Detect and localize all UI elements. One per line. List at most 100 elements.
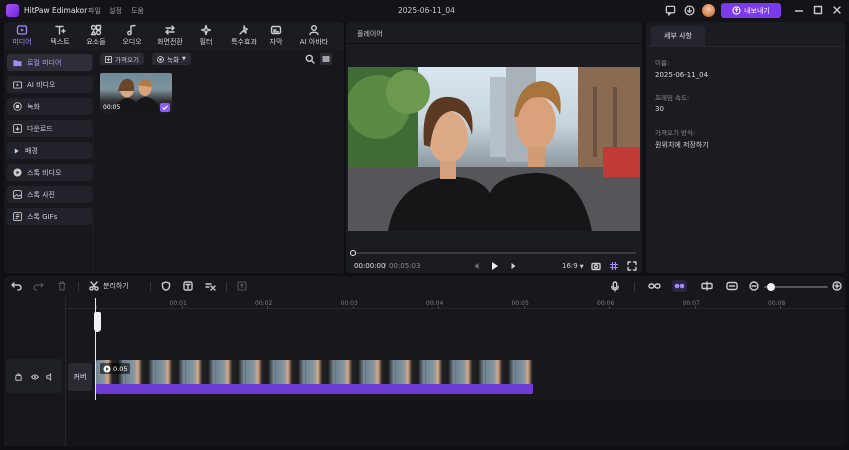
visibility-icon[interactable] — [31, 374, 39, 380]
clip-filmstrip — [96, 360, 533, 384]
tab-label: 필터 — [199, 38, 213, 46]
props-divider — [646, 46, 845, 47]
export-frame-icon[interactable] — [237, 281, 247, 291]
aspect-ratio-dropdown[interactable]: 16:9 ▼ — [562, 262, 584, 270]
progress-track[interactable] — [352, 252, 636, 254]
gif-icon — [13, 212, 22, 221]
tab-elements[interactable]: 요소들 — [76, 23, 116, 47]
progress-handle[interactable] — [350, 250, 356, 256]
fps-value: 30 — [655, 105, 664, 113]
playhead-handle[interactable] — [94, 312, 101, 332]
split-button[interactable]: 분리하기 — [89, 281, 129, 291]
name-label: 이름: — [655, 59, 670, 67]
sidebar-item-stock-video[interactable]: 스톡 비디오 — [7, 164, 92, 181]
export-icon — [732, 6, 741, 15]
title-bar: HitPaw Edimakor 파일 설정 도움 2025-06-11_04 내… — [0, 0, 849, 22]
media-clip-thumbnail[interactable]: 00:05 — [100, 73, 172, 114]
chevron-down-icon: ▼ — [181, 56, 186, 62]
play-icon[interactable] — [491, 261, 499, 271]
export-button[interactable]: 내보내기 — [721, 3, 781, 18]
tab-label: 오디오 — [122, 38, 142, 46]
tab-label: 미디어 — [12, 38, 32, 46]
delete-icon[interactable] — [57, 281, 67, 291]
record-dropdown[interactable]: 녹화 ▼ — [152, 53, 191, 65]
tab-media[interactable]: 미디어 — [2, 23, 42, 47]
prev-frame-icon[interactable] — [473, 262, 480, 270]
stock-photo-icon — [13, 190, 22, 199]
cover-button[interactable]: 커버 — [68, 363, 92, 391]
sidebar-item-ai-video[interactable]: AI 비디오 — [7, 76, 92, 93]
player-panel: 플레이어 00:00:00 / 00:05:03 16:9 ▼ — [346, 22, 642, 273]
tab-transitions[interactable]: 화면전환 — [150, 23, 190, 47]
fullscreen-icon[interactable] — [627, 261, 637, 271]
zoom-out-icon[interactable] — [749, 281, 759, 291]
toolbar-separator — [226, 282, 227, 292]
split-audio-icon[interactable] — [701, 281, 713, 291]
record-icon — [13, 102, 22, 111]
video-clip[interactable]: 0.05 — [96, 360, 533, 394]
magnet-snap-icon[interactable] — [672, 280, 687, 292]
next-frame-icon[interactable] — [510, 262, 517, 270]
download-circle-icon[interactable] — [684, 5, 695, 16]
export-label: 내보내기 — [744, 6, 770, 15]
redo-icon[interactable] — [33, 281, 44, 291]
record-icon — [157, 55, 164, 63]
lock-track-icon[interactable] — [15, 373, 22, 381]
list-view-icon[interactable] — [320, 53, 332, 65]
search-icon[interactable] — [305, 54, 315, 64]
microphone-icon[interactable] — [610, 281, 620, 292]
fit-timeline-icon[interactable] — [726, 281, 738, 291]
snapshot-icon[interactable] — [591, 261, 601, 271]
zoom-in-icon[interactable] — [832, 281, 842, 291]
current-time: 00:00:00 — [354, 262, 386, 270]
tab-subtitles[interactable]: 자막 — [256, 23, 296, 47]
sidebar-item-background[interactable]: 배경 — [7, 142, 92, 159]
aspect-value: 16:9 — [562, 262, 578, 270]
media-library: 가져오기 녹화 ▼ 00:05 — [94, 50, 344, 272]
feedback-icon[interactable] — [665, 5, 676, 16]
mute-icon[interactable] — [46, 373, 53, 381]
close-icon[interactable] — [832, 5, 842, 15]
import-button[interactable]: 가져오기 — [100, 53, 144, 65]
link-icon[interactable] — [648, 281, 661, 291]
ruler-tick-label: 00:03 — [340, 300, 358, 307]
tab-ai-avatar[interactable]: AI 아바타 — [294, 23, 334, 47]
sidebar-item-stock-photo[interactable]: 스톡 사진 — [7, 186, 92, 203]
zoom-slider-handle[interactable] — [767, 283, 775, 291]
scissors-icon — [89, 281, 99, 291]
menu-help[interactable]: 도움 — [131, 6, 144, 16]
track-row-bottom — [66, 400, 845, 446]
undo-icon[interactable] — [11, 281, 22, 291]
tab-audio[interactable]: 오디오 — [112, 23, 152, 47]
audio-note-icon — [127, 24, 136, 36]
ruler-tick-label: 00:02 — [255, 300, 273, 307]
sidebar-item-download[interactable]: 다운로드 — [7, 120, 92, 137]
ruler-tick-label: 00:05 — [511, 300, 529, 307]
tab-filters[interactable]: 필터 — [186, 23, 226, 47]
import-method-label: 가져오기 방식: — [655, 129, 696, 137]
user-avatar[interactable] — [702, 4, 715, 17]
crop-remove-icon[interactable] — [205, 281, 216, 291]
menu-settings[interactable]: 설정 — [109, 6, 122, 16]
text-icon — [55, 25, 66, 35]
ruler-tick-mark — [352, 306, 354, 309]
sidebar-item-record[interactable]: 녹화 — [7, 98, 92, 115]
shield-icon[interactable] — [161, 281, 171, 291]
clip-info: 0.05 — [100, 363, 131, 374]
media-folder-icon — [16, 25, 28, 35]
grid-icon[interactable] — [609, 261, 619, 271]
menu-file[interactable]: 파일 — [88, 6, 101, 16]
ruler-tick-mark — [96, 306, 97, 309]
project-name[interactable]: 2025-06-11_04 — [398, 6, 455, 15]
minimize-icon[interactable] — [794, 6, 804, 16]
tab-text[interactable]: 텍스트 — [40, 23, 80, 47]
avatar-icon — [309, 25, 319, 36]
timeline-toolbar: 분리하기 — [4, 278, 845, 296]
sidebar-item-stock-gifs[interactable]: 스톡 GIFs — [7, 208, 92, 225]
sidebar-item-local-media[interactable]: 로컬 미디어 — [7, 54, 92, 71]
clip-duration-label: 0.05 — [113, 364, 128, 373]
sidebar-item-label: 스톡 비디오 — [27, 168, 62, 177]
text-box-icon[interactable] — [183, 281, 193, 291]
tab-details[interactable]: 세부 사항 — [651, 26, 705, 46]
maximize-icon[interactable] — [813, 5, 823, 15]
